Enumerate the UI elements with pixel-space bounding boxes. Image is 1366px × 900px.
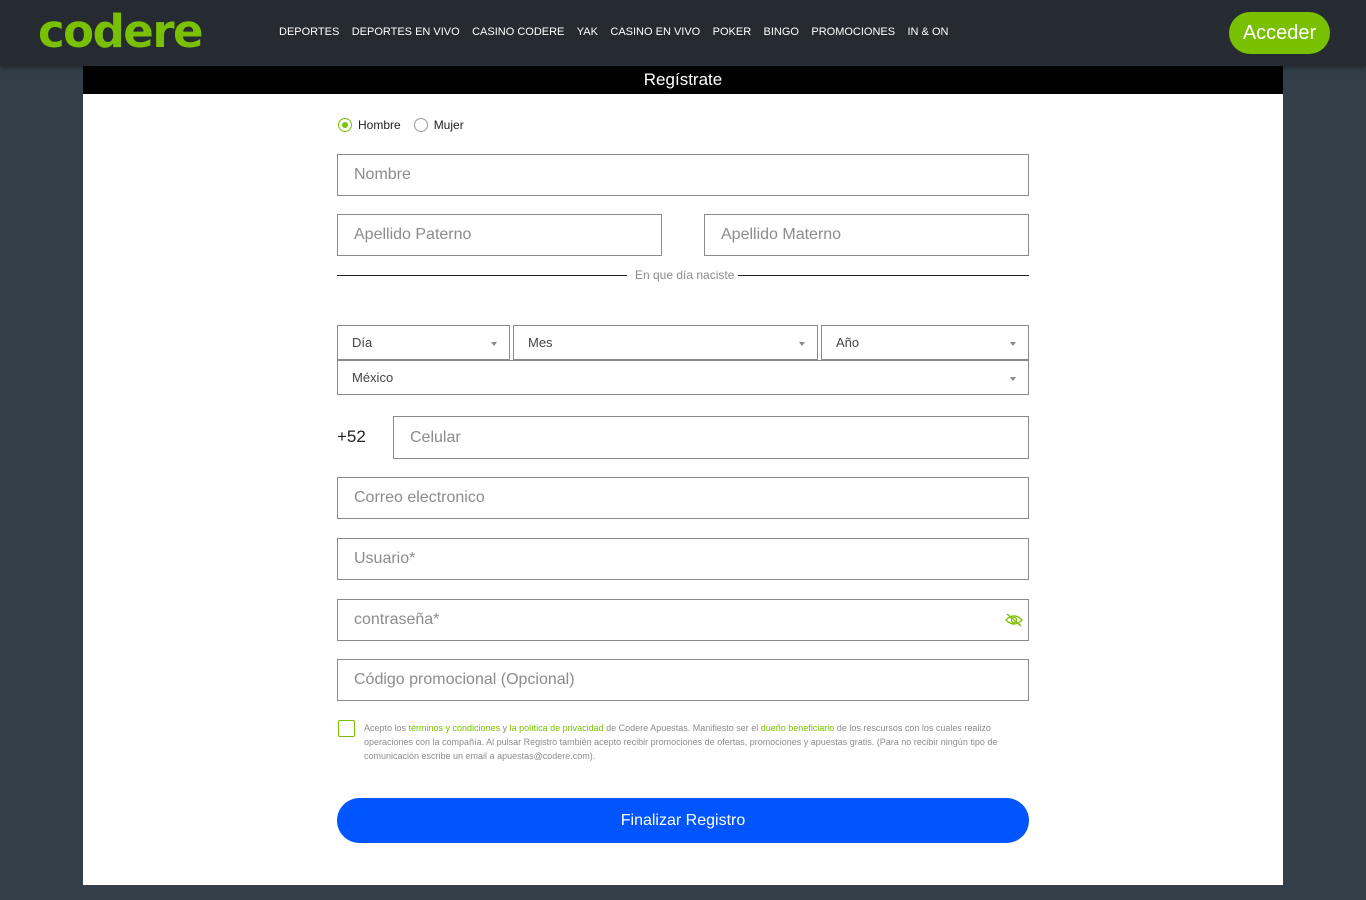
- chevron-down-icon: [1010, 377, 1016, 381]
- privacy-link[interactable]: la política de privacidad: [510, 723, 604, 733]
- chevron-down-icon: [1010, 342, 1016, 346]
- password-input[interactable]: [337, 599, 1029, 641]
- chevron-down-icon: [799, 342, 805, 346]
- legal-text-part: Acepto los: [364, 723, 409, 733]
- anio-select[interactable]: Año: [821, 325, 1029, 360]
- legal-text: Acepto los términos y condiciones y la p…: [364, 721, 1024, 763]
- codere-logo[interactable]: codere: [38, 6, 204, 58]
- pais-select[interactable]: México: [337, 360, 1029, 395]
- radio-hombre[interactable]: [338, 118, 352, 132]
- pais-select-value: México: [352, 370, 394, 385]
- birth-date-caption: En que día naciste: [635, 268, 735, 282]
- nav-in-and-on[interactable]: IN & ON: [908, 25, 949, 39]
- registration-panel: Regístrate Hombre Mujer En que día nacis…: [83, 66, 1283, 885]
- radio-hombre-label[interactable]: Hombre: [358, 118, 401, 132]
- finalizar-registro-button[interactable]: Finalizar Registro: [337, 798, 1029, 843]
- divider-line-left: [337, 275, 627, 276]
- beneficial-owner-link[interactable]: dueño beneficiario: [761, 723, 835, 733]
- legal-text-part: de Codere Apuestas. Manifiesto ser el: [603, 723, 761, 733]
- gender-selector: Hombre Mujer: [338, 118, 477, 132]
- nav-deportes[interactable]: DEPORTES: [279, 25, 339, 39]
- nav-promociones[interactable]: PROMOCIONES: [811, 25, 895, 39]
- legal-text-part: y: [500, 723, 510, 733]
- usuario-input[interactable]: [337, 538, 1029, 580]
- chevron-down-icon: [491, 342, 497, 346]
- radio-mujer-label[interactable]: Mujer: [434, 118, 464, 132]
- apellido-materno-input[interactable]: [704, 214, 1029, 256]
- nombre-input[interactable]: [337, 154, 1029, 196]
- nav-poker[interactable]: POKER: [713, 25, 752, 39]
- apellido-paterno-input[interactable]: [337, 214, 662, 256]
- acceder-button[interactable]: Acceder: [1229, 12, 1330, 54]
- main-nav: DEPORTES DEPORTES EN VIVO CASINO CODERE …: [279, 25, 961, 39]
- divider-line-right: [738, 275, 1029, 276]
- anio-select-value: Año: [836, 335, 860, 350]
- mes-select-value: Mes: [528, 335, 553, 350]
- top-navbar: codere DEPORTES DEPORTES EN VIVO CASINO …: [0, 0, 1366, 66]
- celular-input[interactable]: [393, 416, 1029, 459]
- password-field-wrap: [337, 599, 1029, 641]
- nav-deportes-en-vivo[interactable]: DEPORTES EN VIVO: [352, 25, 460, 39]
- nav-bingo[interactable]: BINGO: [764, 25, 799, 39]
- terms-checkbox[interactable]: [338, 720, 355, 737]
- phone-prefix: +52: [337, 427, 366, 446]
- terms-link[interactable]: términos y condiciones: [409, 723, 501, 733]
- dia-select[interactable]: Día: [337, 325, 510, 360]
- nav-casino-en-vivo[interactable]: CASINO EN VIVO: [610, 25, 700, 39]
- codigo-promocional-input[interactable]: [337, 659, 1029, 701]
- mes-select[interactable]: Mes: [513, 325, 818, 360]
- eye-hidden-icon[interactable]: [1005, 613, 1023, 627]
- nav-casino-codere[interactable]: CASINO CODERE: [472, 25, 564, 39]
- nav-yak[interactable]: YAK: [577, 25, 598, 39]
- radio-mujer[interactable]: [413, 118, 428, 132]
- dia-select-value: Día: [352, 335, 373, 350]
- page-title: Regístrate: [83, 66, 1283, 94]
- correo-input[interactable]: [337, 477, 1029, 519]
